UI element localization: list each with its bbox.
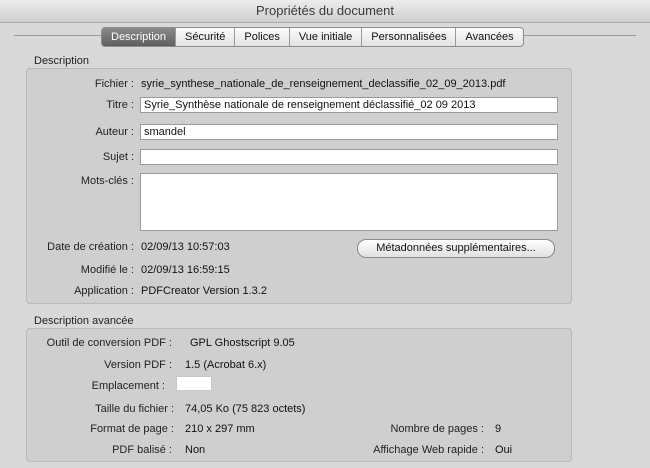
tab-description[interactable]: Description [102,28,177,46]
tab-polices[interactable]: Polices [235,28,290,46]
taille-value: 74,05 Ko (75 823 octets) [185,403,306,415]
motscles-field[interactable] [140,173,558,231]
modifie-label: Modifié le : [80,264,134,276]
auteur-label: Auteur : [95,126,134,138]
modifie-value: 02/09/13 16:59:15 [141,264,230,276]
tab-bar: Description Sécurité Polices Vue initial… [101,27,524,47]
metadata-button[interactable]: Métadonnées supplémentaires... [357,239,555,258]
motscles-label: Mots-clés : [80,175,134,187]
sujet-label: Sujet : [102,151,134,163]
balise-value: Non [185,444,206,456]
titre-field[interactable] [140,97,558,113]
pages-value: 9 [495,423,502,435]
web-label: Affichage Web rapide : [373,444,484,456]
format-label: Format de page : [90,423,174,435]
date-creation-label: Date de création : [47,241,134,253]
date-creation-value: 02/09/13 10:57:03 [141,241,230,253]
auteur-field[interactable] [140,124,558,140]
fichier-label: Fichier : [94,78,134,90]
taille-label: Taille du fichier : [95,403,174,415]
fichier-value: syrie_synthese_nationale_de_renseignemen… [141,78,506,90]
application-label: Application : [74,285,134,297]
pages-label: Nombre de pages : [390,423,484,435]
tab-vue-initiale[interactable]: Vue initiale [290,28,363,46]
tab-avancees[interactable]: Avancées [456,28,522,46]
emplacement-label: Emplacement : [91,380,165,392]
version-label: Version PDF : [104,359,172,371]
version-value: 1.5 (Acrobat 6.x) [185,359,267,371]
description-section-title: Description [34,55,90,67]
tab-securite[interactable]: Sécurité [176,28,236,46]
advanced-section-title: Description avancée [34,315,134,327]
titre-label: Titre : [106,99,134,111]
sujet-field[interactable] [140,149,558,165]
format-value: 210 x 297 mm [185,423,255,435]
emplacement-field[interactable] [176,376,212,391]
tab-personnalisees[interactable]: Personnalisées [362,28,457,46]
balise-label: PDF balisé : [112,444,172,456]
window-title: Propriétés du document [0,0,650,23]
application-value: PDFCreator Version 1.3.2 [141,285,267,297]
web-value: Oui [495,444,513,456]
outil-value: GPL Ghostscript 9.05 [190,337,295,349]
outil-label: Outil de conversion PDF : [46,337,172,349]
